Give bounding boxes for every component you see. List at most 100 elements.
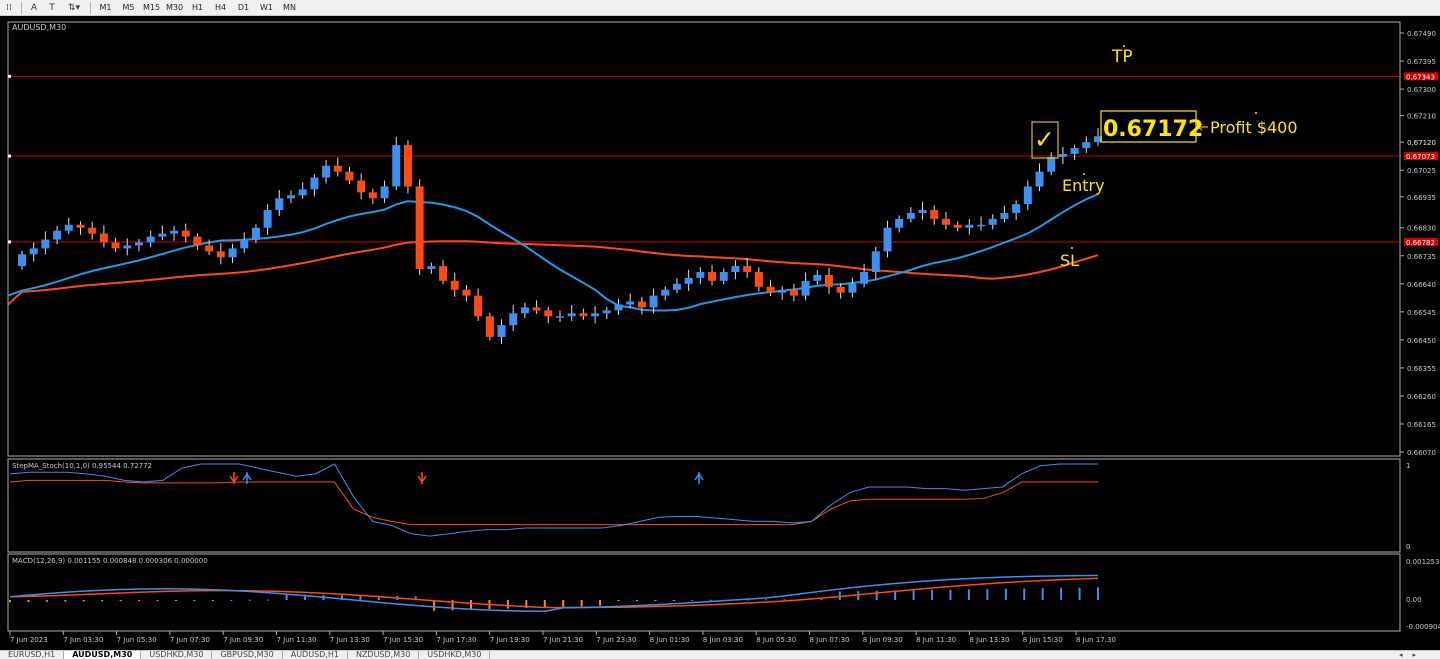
level-anchor xyxy=(8,240,11,244)
timeframe-d1-button[interactable]: D1 xyxy=(232,1,255,15)
stoch-tick-bottom: 0 xyxy=(1406,543,1410,551)
chart-tab-bar: EURUSD,H1 AUDUSD,M30 USDHKD,M30 GBPUSD,M… xyxy=(0,650,1440,659)
time-tick-label: 8 Jun 03:30 xyxy=(703,636,743,644)
timeframe-m5-button[interactable]: M5 xyxy=(117,1,140,15)
level-anchor xyxy=(8,74,11,78)
bull-candle xyxy=(672,283,681,290)
candles xyxy=(18,128,1102,345)
bull-candle xyxy=(134,242,143,246)
time-tick-label: 8 Jun 13:30 xyxy=(969,636,1009,644)
arrows-tool-icon[interactable]: ⇅▾ xyxy=(61,1,87,15)
tab-usdhkd-m30-2[interactable]: USDHKD,M30 xyxy=(419,651,491,659)
price-tick-label: 0.66735 xyxy=(1407,253,1436,261)
tab-eurusd-h1[interactable]: EURUSD,H1 xyxy=(0,651,65,659)
time-tick-label: 8 Jun 05:30 xyxy=(756,636,796,644)
bull-candle xyxy=(696,272,705,278)
macd-histogram-bar xyxy=(1041,588,1044,600)
sl-label: SL xyxy=(1060,251,1079,270)
bull-candle xyxy=(591,313,600,317)
profit-marker-dot xyxy=(1255,112,1257,114)
terminal-window: ⁞⁞ A T ⇅▾ M1 M5 M15 M30 H1 H4 D1 W1 MN 0… xyxy=(0,0,1440,659)
tab-audusd-m30[interactable]: AUDUSD,M30 xyxy=(64,651,142,659)
tab-scroll-arrows[interactable]: ◂▸ xyxy=(1385,651,1440,659)
timeframe-m30-button[interactable]: M30 xyxy=(163,1,186,15)
bull-candle xyxy=(988,218,997,225)
bear-candle xyxy=(368,192,377,199)
timeframe-m1-button[interactable]: M1 xyxy=(94,1,117,15)
macd-histogram-bar xyxy=(1060,587,1063,600)
bear-candle xyxy=(953,224,962,228)
bull-candle xyxy=(520,307,529,314)
price-tick-label: 0.67395 xyxy=(1407,58,1436,66)
macd-histogram-bar xyxy=(470,600,473,610)
timeframe-w1-button[interactable]: W1 xyxy=(255,1,278,15)
bull-candle xyxy=(509,313,518,326)
tab-gbpusd-m30[interactable]: GBPUSD,M30 xyxy=(212,651,283,659)
timeframe-h4-button[interactable]: H4 xyxy=(209,1,232,15)
level-anchor xyxy=(8,154,11,158)
bull-candle xyxy=(29,248,38,255)
time-tick-label: 7 Jun 07:30 xyxy=(170,636,210,644)
toolbar-separator xyxy=(90,1,91,14)
text-label-tool-icon[interactable]: T xyxy=(43,1,61,15)
macd-histogram-bar xyxy=(174,600,177,601)
price-tick-label: 0.66260 xyxy=(1407,393,1436,401)
bear-candle xyxy=(99,233,108,243)
bear-candle xyxy=(930,210,939,219)
stoch-tick-top: 1 xyxy=(1406,462,1410,470)
time-tick-label: 7 Jun 15:30 xyxy=(383,636,423,644)
tab-nzdusd-m30[interactable]: NZDUSD,M30 xyxy=(348,651,420,659)
bull-candle xyxy=(310,177,319,190)
timeframe-mn-button[interactable]: MN xyxy=(278,1,301,15)
macd-histogram-bar xyxy=(193,600,196,601)
bull-candle xyxy=(18,254,26,267)
macd-lines xyxy=(9,574,1099,612)
macd-histogram-bar xyxy=(230,599,233,601)
bear-candle xyxy=(836,286,845,293)
tab-audusd-h1[interactable]: AUDUSD,H1 xyxy=(283,651,348,659)
stoch-main-line xyxy=(9,463,1098,537)
text-tool-icon[interactable]: A xyxy=(25,1,43,15)
price-tick-label: 0.66640 xyxy=(1407,281,1436,289)
sl-marker-dot xyxy=(1071,247,1073,249)
grid-tool-icon[interactable]: ⁞⁞ xyxy=(0,1,18,15)
price-tick-label: 0.67120 xyxy=(1407,139,1436,147)
bull-candle xyxy=(813,274,822,281)
price-box-value: 0.67172 xyxy=(1103,117,1203,142)
tab-usdhkd-m30[interactable]: USDHKD,M30 xyxy=(141,651,213,659)
bear-candle xyxy=(76,224,85,228)
macd-histogram-bar xyxy=(82,600,85,602)
bull-candle xyxy=(848,283,857,293)
bull-candle xyxy=(871,251,880,273)
time-tick-label: 7 Jun 05:30 xyxy=(117,636,157,644)
bull-candle xyxy=(1058,153,1067,157)
bear-candle xyxy=(708,272,717,281)
toolbar-separator xyxy=(21,1,22,14)
macd-histogram-bar xyxy=(1023,588,1026,600)
macd-histogram-bar xyxy=(156,600,159,601)
bull-candle xyxy=(1047,156,1056,172)
bull-candle xyxy=(380,186,389,199)
timeframe-h1-button[interactable]: H1 xyxy=(186,1,209,15)
stoch-lines xyxy=(9,463,1098,537)
time-axis: 7 Jun 2023 7 Jun 03:30 7 Jun 05:30 7 Jun 07… xyxy=(9,631,1116,644)
bear-candle xyxy=(825,274,833,287)
bear-candle xyxy=(415,186,424,270)
time-tick-label: 8 Jun 17:30 xyxy=(1076,636,1116,644)
bear-candle xyxy=(579,313,588,317)
bull-candle xyxy=(392,145,401,187)
macd-tick-bottom: -0.000904 xyxy=(1406,623,1440,631)
macd-histogram-bar xyxy=(820,598,823,600)
bull-candle xyxy=(801,280,810,296)
macd-histogram-bar xyxy=(433,600,436,611)
bear-candle xyxy=(485,316,494,337)
bull-candle xyxy=(53,230,62,240)
stoch-signal-line xyxy=(9,479,1098,526)
bear-candle xyxy=(544,310,553,317)
chart-area[interactable]: 0.67343 0.67073 0.66782 0.67120 0.67490 0.67… xyxy=(0,16,1440,650)
bear-candle xyxy=(532,307,541,311)
macd-histogram-bar xyxy=(211,600,214,601)
stoch-title: StepMA_Stoch(10,1,0) 0.95544 0.72772 xyxy=(12,462,152,470)
bull-candle xyxy=(263,210,272,228)
timeframe-m15-button[interactable]: M15 xyxy=(140,1,163,15)
